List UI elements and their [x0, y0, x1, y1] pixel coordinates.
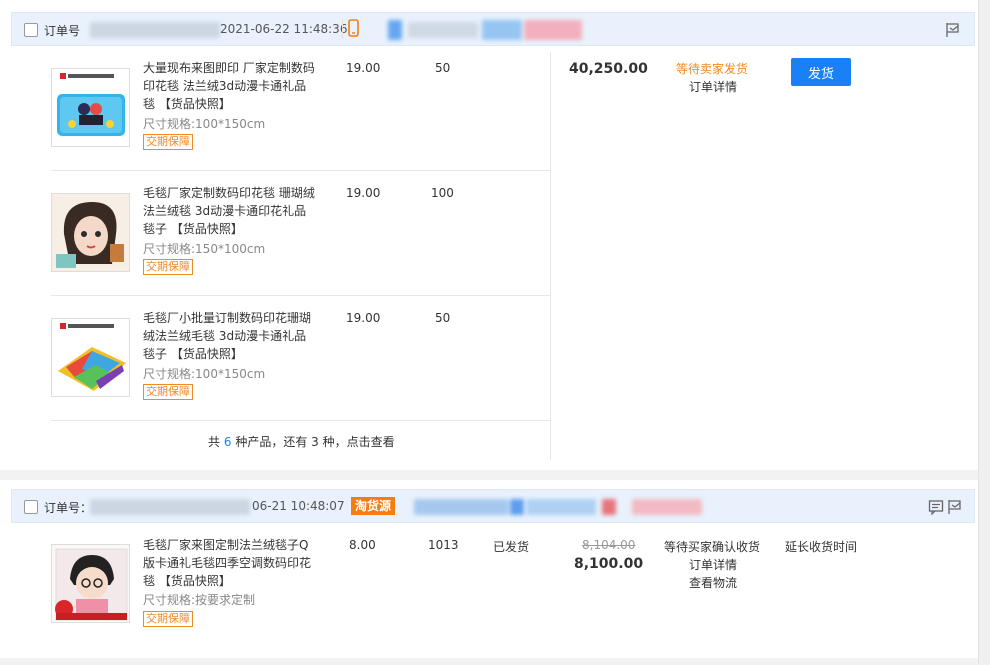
flag-icon[interactable] [947, 499, 963, 515]
order-number-redacted [90, 22, 220, 38]
more-suffix: 种，点击查看 [322, 435, 395, 449]
order-checkbox[interactable] [24, 23, 38, 37]
product-title[interactable]: 大量现布来图即印 厂家定制数码印花毯 法兰绒3d动漫卡通礼品毯 【货品快照】 [143, 59, 318, 113]
quantity: 100 [431, 186, 454, 200]
order-card: 订单号 2021-06-22 11:48:36 大量现布来图即印 厂家定制数码印… [0, 0, 978, 470]
buyer-redacted-e [632, 499, 702, 515]
unit-price: 19.00 [346, 61, 381, 75]
row-divider [51, 295, 550, 296]
order-header: 订单号 2021-06-22 11:48:36 [11, 12, 975, 46]
unit-price: 19.00 [346, 311, 381, 325]
source-badge: 淘货源 [351, 497, 396, 515]
delivery-guarantee-badge: 交期保障 [143, 384, 193, 400]
order-detail-link[interactable]: 订单详情 [689, 556, 737, 573]
product-thumbnail[interactable] [51, 544, 130, 623]
order-checkbox[interactable] [24, 500, 38, 514]
order-header: 订单号： 06-21 10:48:07 淘货源 [11, 489, 975, 523]
product-spec: 尺寸规格:按要求定制 [143, 593, 256, 607]
flag-icon[interactable] [945, 22, 961, 38]
buyer-redacted-d [602, 499, 616, 515]
product-spec: 尺寸规格:100*150cm [143, 367, 266, 381]
buyer-redacted-a [388, 20, 402, 40]
buyer-redacted-c [526, 499, 596, 515]
buyer-redacted-c [482, 20, 522, 40]
column-divider [550, 52, 551, 460]
order-total: 8,100.00 [574, 556, 644, 572]
original-total: 8,104.00 [582, 538, 636, 552]
order-total: 40,250.00 [569, 61, 648, 77]
vertical-scrollbar[interactable] [978, 0, 990, 665]
order-time: 06-21 10:48:07 [252, 499, 345, 513]
order-time: 2021-06-22 11:48:36 [220, 22, 348, 36]
remaining-count: 3 [311, 435, 319, 449]
buyer-redacted-b [408, 22, 478, 38]
order-status: 等待卖家发货 [676, 62, 749, 76]
delivery-guarantee-badge: 交期保障 [143, 259, 193, 275]
product-count: 6 [223, 435, 232, 449]
delivery-guarantee-badge: 交期保障 [143, 611, 193, 627]
product-thumbnail[interactable] [51, 68, 130, 147]
product-title[interactable]: 毛毯厂家定制数码印花毯 珊瑚绒法兰绒毯 3d动漫卡通印花礼品毯子 【货品快照】 [143, 184, 318, 238]
order-card: 订单号： 06-21 10:48:07 淘货源 毛毯厂家来图定制法兰绒毯子Q版卡… [0, 480, 978, 658]
header-divider [342, 19, 343, 39]
quantity: 50 [435, 311, 451, 325]
buyer-redacted-d [524, 20, 582, 40]
row-divider [51, 420, 550, 421]
order-detail-link[interactable]: 订单详情 [689, 78, 737, 95]
ship-button[interactable]: 发货 [791, 58, 851, 86]
delivery-guarantee-badge: 交期保障 [143, 134, 193, 150]
view-logistics-link[interactable]: 查看物流 [689, 574, 737, 591]
product-thumbnail[interactable] [51, 193, 130, 272]
more-products-link[interactable]: 共 6 种产品，还有 3 种，点击查看 [208, 433, 395, 450]
row-divider [51, 170, 550, 171]
more-prefix: 共 [208, 435, 221, 449]
product-thumbnail[interactable] [51, 318, 130, 397]
item-ship-status: 已发货 [493, 540, 530, 554]
product-spec: 尺寸规格:100*150cm [143, 117, 266, 131]
mobile-phone-icon [348, 19, 359, 37]
unit-price: 19.00 [346, 186, 381, 200]
extend-receipt-link[interactable]: 延长收货时间 [785, 538, 857, 555]
message-icon[interactable] [928, 499, 944, 515]
unit-price: 8.00 [349, 538, 376, 552]
order-number-redacted [90, 499, 250, 515]
buyer-redacted-b [510, 499, 524, 515]
order-status: 等待买家确认收货 [664, 540, 761, 554]
product-title[interactable]: 毛毯厂小批量订制数码印花珊瑚绒法兰绒毛毯 3d动漫卡通礼品毯子 【货品快照】 [143, 309, 318, 363]
order-number-label: 订单号 [44, 24, 81, 38]
order-number-label: 订单号： [44, 501, 93, 515]
product-title[interactable]: 毛毯厂家来图定制法兰绒毯子Q版卡通礼毛毯四季空调数码印花毯 【货品快照】 [143, 536, 318, 590]
buyer-redacted-a [414, 499, 509, 515]
quantity: 50 [435, 61, 451, 75]
quantity: 1013 [428, 538, 459, 552]
product-spec: 尺寸规格:150*100cm [143, 242, 266, 256]
more-middle: 种产品，还有 [235, 435, 308, 449]
